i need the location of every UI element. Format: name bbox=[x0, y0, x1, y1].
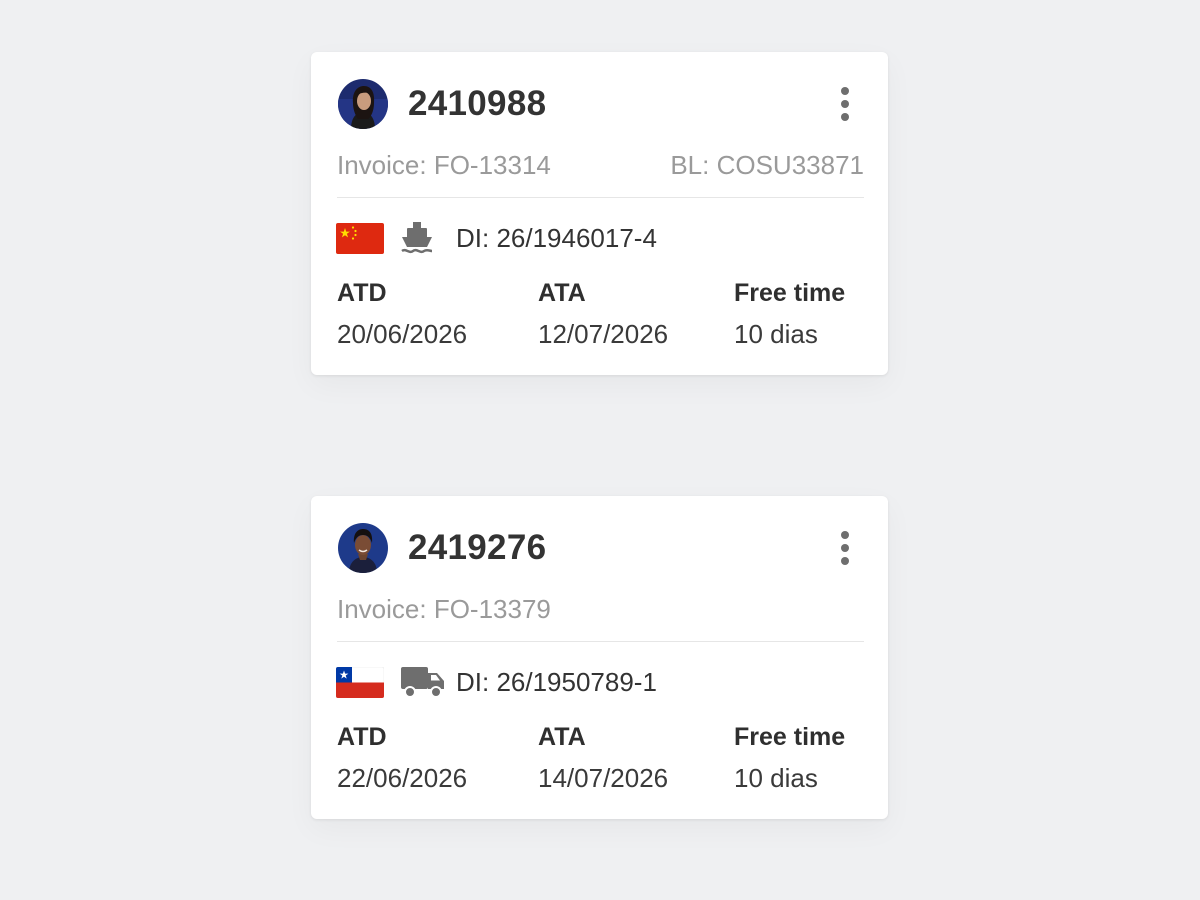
di-number: DI: 26/1950789-1 bbox=[456, 667, 657, 697]
bill-of-lading: BL: COSU33871 bbox=[670, 150, 864, 180]
user-avatar-icon bbox=[338, 523, 388, 573]
invoice-number: Invoice: FO-13314 bbox=[337, 150, 551, 180]
dot bbox=[841, 557, 849, 565]
atd-value: 22/06/2026 bbox=[337, 763, 468, 793]
document-references: Invoice: FO-13314 BL: COSU33871 bbox=[337, 149, 864, 181]
china-flag-icon bbox=[336, 223, 384, 254]
more-options-button[interactable] bbox=[836, 530, 856, 568]
dot bbox=[841, 544, 849, 552]
shipment-number: 2419276 bbox=[408, 528, 547, 567]
ata-label: ATA bbox=[538, 723, 586, 751]
user-avatar-icon bbox=[338, 79, 388, 129]
shipment-number: 2410988 bbox=[408, 84, 547, 123]
avatar bbox=[338, 523, 388, 573]
more-options-button[interactable] bbox=[836, 86, 856, 124]
free-time-label: Free time bbox=[734, 279, 846, 307]
dot bbox=[841, 87, 849, 95]
chile-flag-icon bbox=[336, 667, 384, 698]
atd-label: ATD bbox=[337, 279, 387, 307]
free-time-column: Free time 10 dias bbox=[734, 722, 845, 794]
ata-column: ATA 14/07/2026 bbox=[538, 722, 668, 794]
dot bbox=[841, 100, 849, 108]
free-time-value: 10 dias bbox=[734, 319, 818, 349]
ata-column: ATA 12/07/2026 bbox=[538, 278, 668, 350]
dot bbox=[841, 113, 849, 121]
document-references: Invoice: FO-13379 bbox=[337, 593, 864, 625]
avatar bbox=[338, 79, 388, 129]
free-time-value: 10 dias bbox=[734, 763, 818, 793]
divider bbox=[337, 197, 864, 198]
free-time-label: Free time bbox=[734, 723, 846, 751]
ata-value: 14/07/2026 bbox=[538, 763, 669, 793]
shipment-card[interactable]: 2419276 Invoice: FO-13379 DI: 26/1950789… bbox=[311, 496, 888, 819]
shipment-card[interactable]: 2410988 Invoice: FO-13314 BL: COSU33871 bbox=[311, 52, 888, 375]
dot bbox=[841, 531, 849, 539]
atd-value: 20/06/2026 bbox=[337, 319, 468, 349]
divider bbox=[337, 641, 864, 642]
truck-icon bbox=[400, 664, 446, 700]
ata-value: 12/07/2026 bbox=[538, 319, 669, 349]
atd-column: ATD 22/06/2026 bbox=[337, 722, 467, 794]
di-number: DI: 26/1946017-4 bbox=[456, 223, 657, 253]
ata-label: ATA bbox=[538, 279, 586, 307]
free-time-column: Free time 10 dias bbox=[734, 278, 845, 350]
atd-label: ATD bbox=[337, 723, 387, 751]
atd-column: ATD 20/06/2026 bbox=[337, 278, 467, 350]
invoice-number: Invoice: FO-13379 bbox=[337, 594, 551, 624]
ship-icon bbox=[400, 220, 434, 256]
